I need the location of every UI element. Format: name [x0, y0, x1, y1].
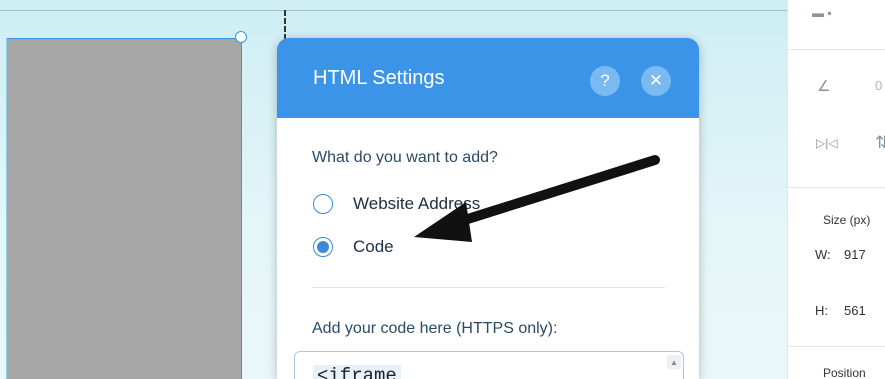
angle-value[interactable]: 0	[875, 78, 882, 93]
scroll-up-icon[interactable]: ▲	[667, 355, 681, 369]
align-icon[interactable]: ▬ ▪	[812, 6, 832, 20]
height-value[interactable]: 561	[844, 303, 866, 318]
canvas-top-border	[0, 10, 787, 11]
radio-code[interactable]	[313, 237, 333, 257]
code-prompt-label: Add your code here (HTTPS only):	[312, 320, 558, 337]
width-value[interactable]: 917	[844, 247, 866, 262]
properties-panel: ▬ ▪ ∠ 0 ▷|◁ ⇅ Size (px) W: 917 H: 561 Po…	[787, 0, 885, 379]
size-label: Size (px)	[823, 213, 871, 227]
panel-divider	[788, 49, 885, 50]
panel-divider	[788, 346, 885, 347]
height-label: H:	[815, 303, 828, 318]
help-icon[interactable]: ?	[590, 66, 620, 96]
code-textarea[interactable]: <iframe ▲	[294, 351, 684, 379]
panel-divider	[788, 187, 885, 188]
position-label: Position	[823, 366, 866, 379]
code-value[interactable]: <iframe	[313, 365, 401, 379]
radio-website-address[interactable]	[313, 194, 333, 214]
html-element[interactable]	[6, 38, 242, 379]
flip-horizontal-icon[interactable]: ▷|◁	[816, 136, 838, 150]
radio-website-address-label[interactable]: Website Address	[353, 194, 480, 214]
add-question-label: What do you want to add?	[312, 149, 498, 166]
html-settings-dialog: HTML Settings ? ✕ What do you want to ad…	[277, 38, 699, 379]
flip-vertical-icon[interactable]: ⇅	[875, 133, 885, 153]
close-icon[interactable]: ✕	[641, 66, 671, 96]
angle-icon[interactable]: ∠	[817, 77, 830, 95]
dialog-divider	[312, 287, 665, 288]
resize-handle[interactable]	[235, 31, 247, 43]
width-label: W:	[815, 247, 831, 262]
dialog-title: HTML Settings	[313, 67, 445, 89]
dialog-header: HTML Settings ? ✕	[277, 38, 699, 118]
guide-line	[284, 10, 286, 40]
html-element-edge	[6, 38, 7, 379]
radio-code-label[interactable]: Code	[353, 237, 394, 257]
